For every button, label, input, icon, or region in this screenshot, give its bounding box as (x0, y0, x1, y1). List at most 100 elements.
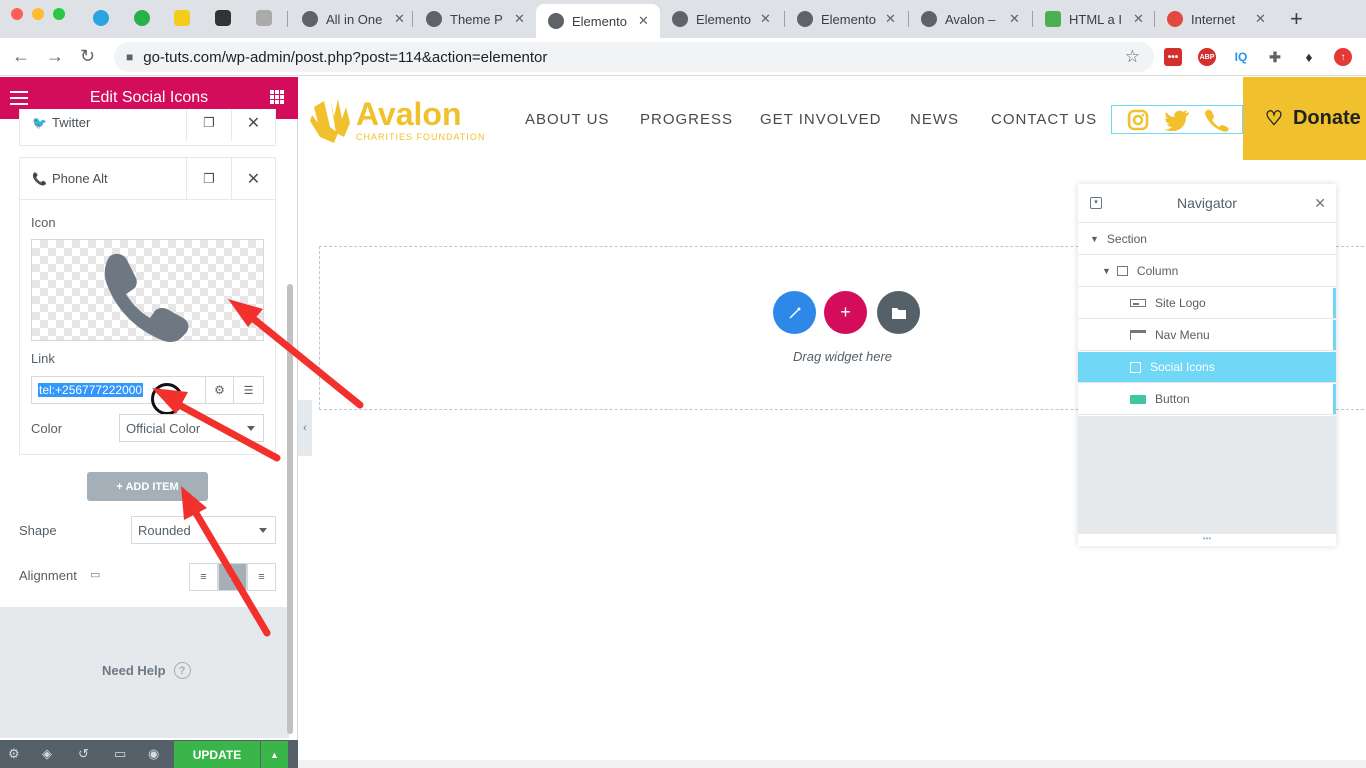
social-icons-icon (1130, 361, 1141, 373)
link-options-gear-icon[interactable]: ⚙ (205, 377, 233, 403)
navigator-layers-icon[interactable]: ◈ (42, 746, 52, 762)
help-icon: ? (173, 662, 191, 679)
nav-about-us[interactable]: ABOUT US (525, 111, 609, 128)
collapse-panel-button[interactable]: ‹ (298, 400, 312, 456)
preview-eye-icon[interactable]: ◉ (148, 746, 159, 762)
navigator-item-nav-menu[interactable]: Nav Menu (1078, 320, 1336, 351)
iq-extension-icon[interactable]: IQ (1232, 48, 1250, 66)
navigator-item-social-icons[interactable]: Social Icons (1078, 352, 1336, 383)
widgets-grid-icon[interactable] (270, 90, 284, 104)
icon-picker[interactable] (31, 239, 264, 343)
close-icon[interactable]: ✕ (1255, 11, 1266, 27)
navigator-item-section[interactable]: ▼ Section (1078, 224, 1336, 255)
globe-icon (797, 11, 813, 27)
pinned-tab-icon[interactable] (256, 10, 272, 26)
color-field-label: Color (31, 421, 63, 436)
mailchimp-tab-icon[interactable] (174, 10, 190, 26)
close-icon[interactable]: ✕ (1314, 195, 1326, 212)
nav-progress[interactable]: PROGRESS (640, 111, 733, 128)
minimize-window-button[interactable] (32, 8, 44, 20)
panel-title: Edit Social Icons (89, 89, 209, 106)
nav-contact-us[interactable]: CONTACT US (991, 111, 1097, 128)
close-window-button[interactable] (11, 8, 23, 20)
bookmark-star-icon[interactable]: ☆ (1125, 47, 1140, 67)
close-icon[interactable]: ✕ (885, 11, 896, 27)
collapse-all-icon[interactable]: ▾ (1090, 197, 1102, 209)
navigator-item-site-logo[interactable]: Site Logo (1078, 288, 1336, 319)
phone-icon[interactable] (1204, 108, 1230, 132)
align-left-button[interactable]: ≡ (189, 563, 218, 591)
nav-get-involved[interactable]: GET INVOLVED (760, 111, 881, 128)
new-tab-button[interactable]: + (1290, 6, 1303, 32)
back-icon[interactable]: ← (12, 46, 30, 67)
align-right-button[interactable]: ≡ (247, 563, 276, 591)
twitter-icon[interactable] (1164, 109, 1190, 131)
globe-icon (672, 11, 688, 27)
remove-icon[interactable]: ✕ (231, 109, 275, 141)
puzzle-icon[interactable]: ✚ (1266, 48, 1284, 66)
menu-icon[interactable] (10, 91, 28, 105)
donate-button[interactable]: ♡ Donate (1243, 77, 1366, 160)
forward-icon[interactable]: → (46, 46, 64, 67)
nav-menu-icon (1130, 330, 1146, 340)
remove-icon[interactable]: ✕ (231, 158, 275, 199)
settings-gear-icon[interactable]: ⚙ (8, 746, 20, 762)
resize-handle[interactable]: ••• (1078, 534, 1336, 546)
site-tagline: CHARITIES FOUNDATION (356, 132, 486, 142)
close-icon[interactable]: ✕ (514, 11, 525, 27)
repeater-item-header[interactable]: 📞 Phone Alt ❐ ✕ (20, 158, 275, 200)
close-icon[interactable]: ✕ (1009, 11, 1020, 27)
nav-news[interactable]: NEWS (910, 111, 959, 128)
close-icon[interactable]: ✕ (394, 11, 405, 27)
repeater-item-twitter[interactable]: 🐦 Twitter ❐ ✕ (19, 109, 276, 146)
add-template-button[interactable] (773, 291, 816, 334)
shape-select[interactable]: Rounded (131, 516, 276, 544)
link-field-label: Link (31, 351, 55, 366)
pinned-tab-icon[interactable] (134, 10, 150, 26)
template-library-button[interactable] (877, 291, 920, 334)
navigator-item-button[interactable]: Button (1078, 384, 1336, 415)
canvas-scrollbar[interactable] (298, 760, 1366, 768)
panel-scrollbar[interactable] (287, 284, 293, 734)
reload-icon[interactable]: ↻ (80, 46, 95, 67)
url-input[interactable]: ■ go-tuts.com/wp-admin/post.php?post=114… (114, 42, 1154, 72)
link-input[interactable]: tel:+256777222000 ⚙ ☰ (31, 376, 264, 404)
add-item-button[interactable]: + ADD ITEM (87, 472, 208, 501)
desktop-icon[interactable]: ▭ (90, 568, 100, 581)
adblock-icon[interactable]: ABP (1198, 48, 1216, 66)
pinned-tab-icon[interactable] (215, 10, 231, 26)
browser-tab[interactable]: Elemento ✕ (660, 6, 782, 32)
update-button[interactable]: UPDATE (174, 741, 260, 768)
duplicate-icon[interactable]: ❐ (186, 109, 231, 141)
browser-tab[interactable]: Theme P ✕ (414, 6, 536, 32)
maximize-window-button[interactable] (53, 8, 65, 20)
browser-tab[interactable]: All in One ✕ (290, 6, 410, 32)
update-options-button[interactable]: ▲ (261, 741, 288, 768)
navigator-item-column[interactable]: ▼ Column (1078, 256, 1336, 287)
browser-tab[interactable]: Internet ✕ (1155, 6, 1277, 32)
browser-tab[interactable]: Elemento ✕ (785, 6, 907, 32)
social-icons-widget[interactable] (1111, 105, 1243, 134)
close-icon[interactable]: ✕ (760, 11, 771, 27)
instagram-icon[interactable] (1127, 109, 1149, 131)
site-logo-text[interactable]: Avalon (356, 96, 462, 133)
align-center-button[interactable]: ≡ (218, 563, 247, 591)
close-icon[interactable]: ✕ (1133, 11, 1144, 27)
extension-icon[interactable]: ••• (1164, 48, 1182, 66)
history-icon[interactable]: ↺ (78, 746, 89, 762)
add-section-button[interactable]: + (824, 291, 867, 334)
color-select[interactable]: Official Color (119, 414, 264, 442)
browser-tab[interactable]: HTML a I ✕ (1033, 6, 1153, 32)
telegram-tab-icon[interactable] (93, 10, 109, 26)
browser-tab[interactable]: Avalon – ✕ (909, 6, 1031, 32)
need-help-link[interactable]: Need Help? (102, 662, 191, 679)
dynamic-tags-icon[interactable]: ☰ (233, 377, 263, 403)
close-icon[interactable]: ✕ (638, 13, 649, 29)
chevron-down-icon (247, 426, 255, 431)
alignment-field-label: Alignment (19, 568, 77, 583)
responsive-mode-icon[interactable]: ▭ (114, 746, 126, 762)
profile-icon[interactable]: ♦ (1300, 48, 1318, 66)
browser-tab-active[interactable]: Elemento ✕ (536, 4, 660, 38)
extension-icon[interactable]: ↑ (1334, 48, 1352, 66)
duplicate-icon[interactable]: ❐ (186, 158, 231, 199)
